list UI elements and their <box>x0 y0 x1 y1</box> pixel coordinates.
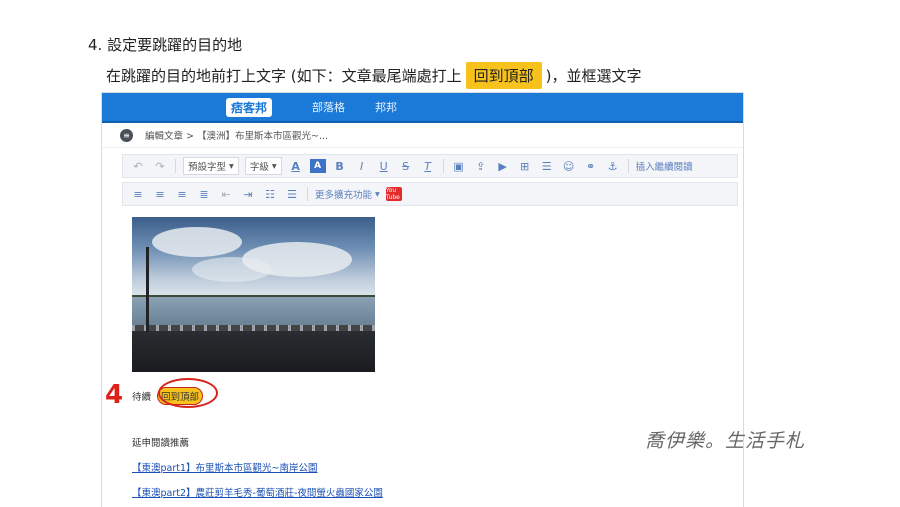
strikethrough-icon[interactable]: S <box>398 158 414 174</box>
font-select[interactable]: 預設字型 ▾ <box>183 157 239 175</box>
annotation-number: 4 <box>105 380 124 410</box>
top-bar: 痞客邦 部落格 邦邦 <box>102 93 743 123</box>
related-link-2[interactable]: 【東澳part2】農莊剪羊毛秀-葡萄酒莊-夜間螢火蟲國家公園 <box>132 485 383 499</box>
logo[interactable]: 痞客邦 <box>226 97 273 117</box>
photo-railing <box>132 325 375 331</box>
photo-pole <box>146 247 149 332</box>
editor-toolbar: ↶ ↷ 預設字型 ▾ 字級 ▾ A A B I U S T ▣ ⇪ ▶ ⊞ ☰ … <box>122 154 738 206</box>
photo-cloud <box>192 257 272 282</box>
nav-bangbang[interactable]: 邦邦 <box>375 99 397 115</box>
step-heading: 4. 設定要跳躍的目的地 <box>88 36 243 54</box>
breadcrumb-text: 編輯文章 > 【澳洲】布里斯本市區觀光~... <box>145 131 329 142</box>
undo-icon[interactable]: ↶ <box>130 158 146 174</box>
size-select[interactable]: 字級 ▾ <box>244 157 282 175</box>
more-extensions-label: 更多擴充功能 <box>315 190 373 201</box>
table-icon[interactable]: ⊞ <box>517 158 533 174</box>
article-photo <box>132 217 375 372</box>
align-left-icon[interactable]: ≡ <box>130 186 146 202</box>
instruction: 在跳躍的目的地前打上文字 (如下：文章最尾端處打上 回到頂部 )，並框選文字 <box>106 62 642 89</box>
link-icon[interactable]: ⚭ <box>583 158 599 174</box>
more-extensions-dropdown[interactable]: 更多擴充功能 ▾ <box>315 186 380 202</box>
related-link-1[interactable]: 【東澳part1】布里斯本市區觀光~南岸公園 <box>132 460 318 474</box>
emoji-icon[interactable]: ☺ <box>561 158 577 174</box>
upload-icon[interactable]: ⇪ <box>473 158 489 174</box>
video-icon[interactable]: ▶ <box>495 158 511 174</box>
size-select-label: 字級 <box>249 162 269 173</box>
breadcrumb: ≡ 編輯文章 > 【澳洲】布里斯本市區觀光~... <box>102 123 743 148</box>
redo-icon[interactable]: ↷ <box>152 158 168 174</box>
font-select-label: 預設字型 <box>188 162 227 173</box>
image-icon[interactable]: ▣ <box>451 158 467 174</box>
horizontal-rule-icon[interactable]: ☰ <box>539 158 555 174</box>
bulleted-list-icon[interactable]: ☷ <box>262 186 278 202</box>
annotation-circle <box>158 378 218 408</box>
toolbar-row-1: ↶ ↷ 預設字型 ▾ 字級 ▾ A A B I U S T ▣ ⇪ ▶ ⊞ ☰ … <box>122 154 738 178</box>
photo-cloud <box>152 227 242 257</box>
outdent-icon[interactable]: ⇤ <box>218 186 234 202</box>
divider <box>442 159 444 173</box>
instruction-highlight: 回到頂部 <box>465 62 542 89</box>
bold-icon[interactable]: B <box>332 158 348 174</box>
instruction-after: )，並框選文字 <box>545 67 642 85</box>
watermark: 喬伊樂。生活手札 <box>645 430 806 452</box>
indent-icon[interactable]: ⇥ <box>240 186 256 202</box>
nav-blog[interactable]: 部落格 <box>312 99 345 115</box>
insert-read-more-button[interactable]: 插入繼續閱讀 <box>636 158 693 174</box>
italic-icon[interactable]: I <box>354 158 370 174</box>
underline-icon[interactable]: U <box>376 158 392 174</box>
divider <box>627 159 629 173</box>
align-right-icon[interactable]: ≡ <box>174 186 190 202</box>
align-justify-icon[interactable]: ≣ <box>196 186 212 202</box>
divider <box>307 187 308 201</box>
instruction-before: 在跳躍的目的地前打上文字 (如下：文章最尾端處打上 <box>106 67 462 85</box>
numbered-list-icon[interactable]: ☰ <box>284 186 300 202</box>
anchor-icon[interactable]: ⚓ <box>605 158 621 174</box>
toolbar-row-2: ≡ ≡ ≡ ≣ ⇤ ⇥ ☷ ☰ 更多擴充功能 ▾ You Tube <box>122 182 738 206</box>
clear-format-icon[interactable]: T <box>420 158 436 174</box>
wait-text: 待續 <box>132 392 152 403</box>
related-title: 延申閱讀推薦 <box>132 438 190 449</box>
bg-color-icon[interactable]: A <box>309 159 326 173</box>
align-center-icon[interactable]: ≡ <box>152 186 168 202</box>
youtube-icon[interactable]: You Tube <box>385 187 402 201</box>
divider <box>175 159 176 173</box>
font-color-icon[interactable]: A <box>288 158 304 174</box>
photo-road <box>132 329 375 372</box>
menu-icon[interactable]: ≡ <box>120 128 133 142</box>
